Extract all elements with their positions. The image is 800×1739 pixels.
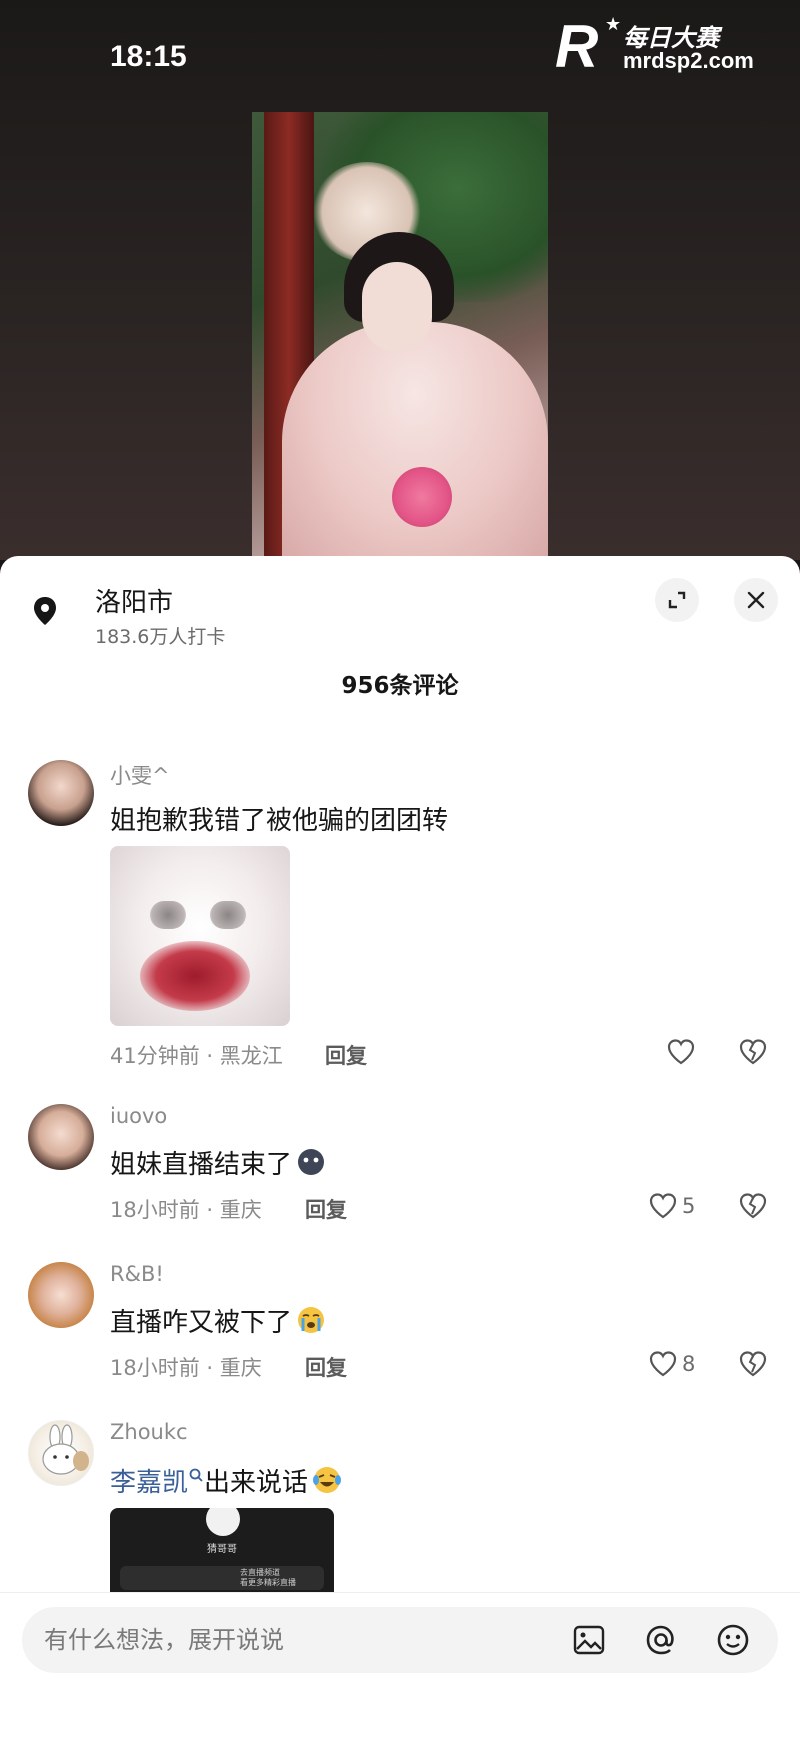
comment-username[interactable]: iuovo [110, 1104, 167, 1128]
comment-username[interactable]: R&B! [110, 1262, 164, 1286]
reply-button[interactable]: 回复 [305, 1194, 347, 1224]
like-button[interactable]: 8 [648, 1350, 695, 1378]
heart-icon [649, 1351, 677, 1377]
comment-text: 姐抱歉我错了被他骗的团团转 [110, 806, 449, 836]
avatar[interactable] [28, 1420, 94, 1486]
location-checkins: 183.6万人打卡 [95, 626, 226, 648]
smiley-icon [717, 1624, 749, 1656]
reply-button[interactable]: 回复 [305, 1352, 347, 1382]
expand-icon [668, 591, 686, 609]
at-icon [646, 1625, 674, 1655]
dislike-button[interactable] [738, 1038, 768, 1070]
bunny-avatar-icon [42, 1424, 89, 1475]
comment-screenshot-image[interactable]: 猜哥哥 去直播频道 看更多精彩直播 [110, 1508, 334, 1598]
mention-button[interactable] [642, 1621, 680, 1659]
star-icon: ★ [605, 14, 622, 35]
comment-count: 956条评论 [341, 673, 459, 699]
video-thumbnail[interactable] [252, 112, 548, 560]
watermark-logo: R ★ 每日大赛 mrdsp2.com [555, 12, 795, 92]
emoji-button[interactable] [714, 1621, 752, 1659]
avatar[interactable] [28, 1262, 94, 1328]
dislike-button[interactable] [738, 1192, 768, 1224]
image-icon [573, 1625, 605, 1655]
like-button[interactable]: 5 [648, 1192, 695, 1220]
comment-time-location: 18小时前 · 重庆 [110, 1356, 262, 1380]
avatar[interactable] [28, 1104, 94, 1170]
comment-text: 直播咋又被下了 [110, 1302, 326, 1342]
like-button[interactable] [666, 1038, 696, 1066]
reply-button[interactable]: 回复 [325, 1040, 367, 1070]
screenshot-name: 猜哥哥 [207, 1544, 237, 1555]
crying-face-emoji-icon [296, 1305, 326, 1342]
broken-heart-icon [739, 1039, 767, 1065]
like-count: 8 [682, 1352, 696, 1376]
watermark-url: mrdsp2.com [623, 48, 754, 73]
like-count: 5 [682, 1194, 696, 1218]
broken-heart-icon [739, 1193, 767, 1219]
comment-time-location: 41分钟前 · 黑龙江 [110, 1044, 283, 1068]
expand-button[interactable] [655, 578, 699, 622]
comment-input[interactable] [44, 1607, 544, 1673]
comment-text: 李嘉凯 出来说话 [110, 1460, 342, 1502]
comment-sheet: 洛阳市 183.6万人打卡 956条评论 小雯^ 姐抱歉我错了被他骗的团团转 4… [0, 556, 800, 1739]
location-pin-icon[interactable] [28, 594, 62, 628]
comment-time-location: 18小时前 · 重庆 [110, 1198, 262, 1222]
comment-text: 姐妹直播结束了 [110, 1144, 326, 1184]
status-bar-time: 18:15 [110, 40, 187, 73]
avatar[interactable] [28, 760, 94, 826]
dislike-button[interactable] [738, 1350, 768, 1382]
comment-input-bar [0, 1592, 800, 1739]
comment-input-pill[interactable] [22, 1607, 778, 1673]
close-icon [747, 591, 765, 609]
mention-link[interactable]: 李嘉凯 [110, 1468, 188, 1498]
dark-face-emoji-icon [296, 1147, 326, 1184]
broken-heart-icon [739, 1351, 767, 1377]
close-button[interactable] [734, 578, 778, 622]
image-button[interactable] [570, 1621, 608, 1659]
laughing-tears-emoji-icon [312, 1465, 342, 1502]
location-name[interactable]: 洛阳市 [95, 582, 173, 619]
heart-icon [667, 1039, 695, 1065]
comment-username[interactable]: 小雯^ [110, 760, 170, 790]
heart-icon [649, 1193, 677, 1219]
search-icon[interactable] [188, 1460, 204, 1490]
comment-username[interactable]: Zhoukc [110, 1420, 188, 1444]
screenshot-hint: 去直播频道 看更多精彩直播 [240, 1568, 296, 1587]
comment-sticker-image[interactable] [110, 846, 290, 1026]
video-background[interactable]: 18:15 R ★ 每日大赛 mrdsp2.com [0, 0, 800, 560]
